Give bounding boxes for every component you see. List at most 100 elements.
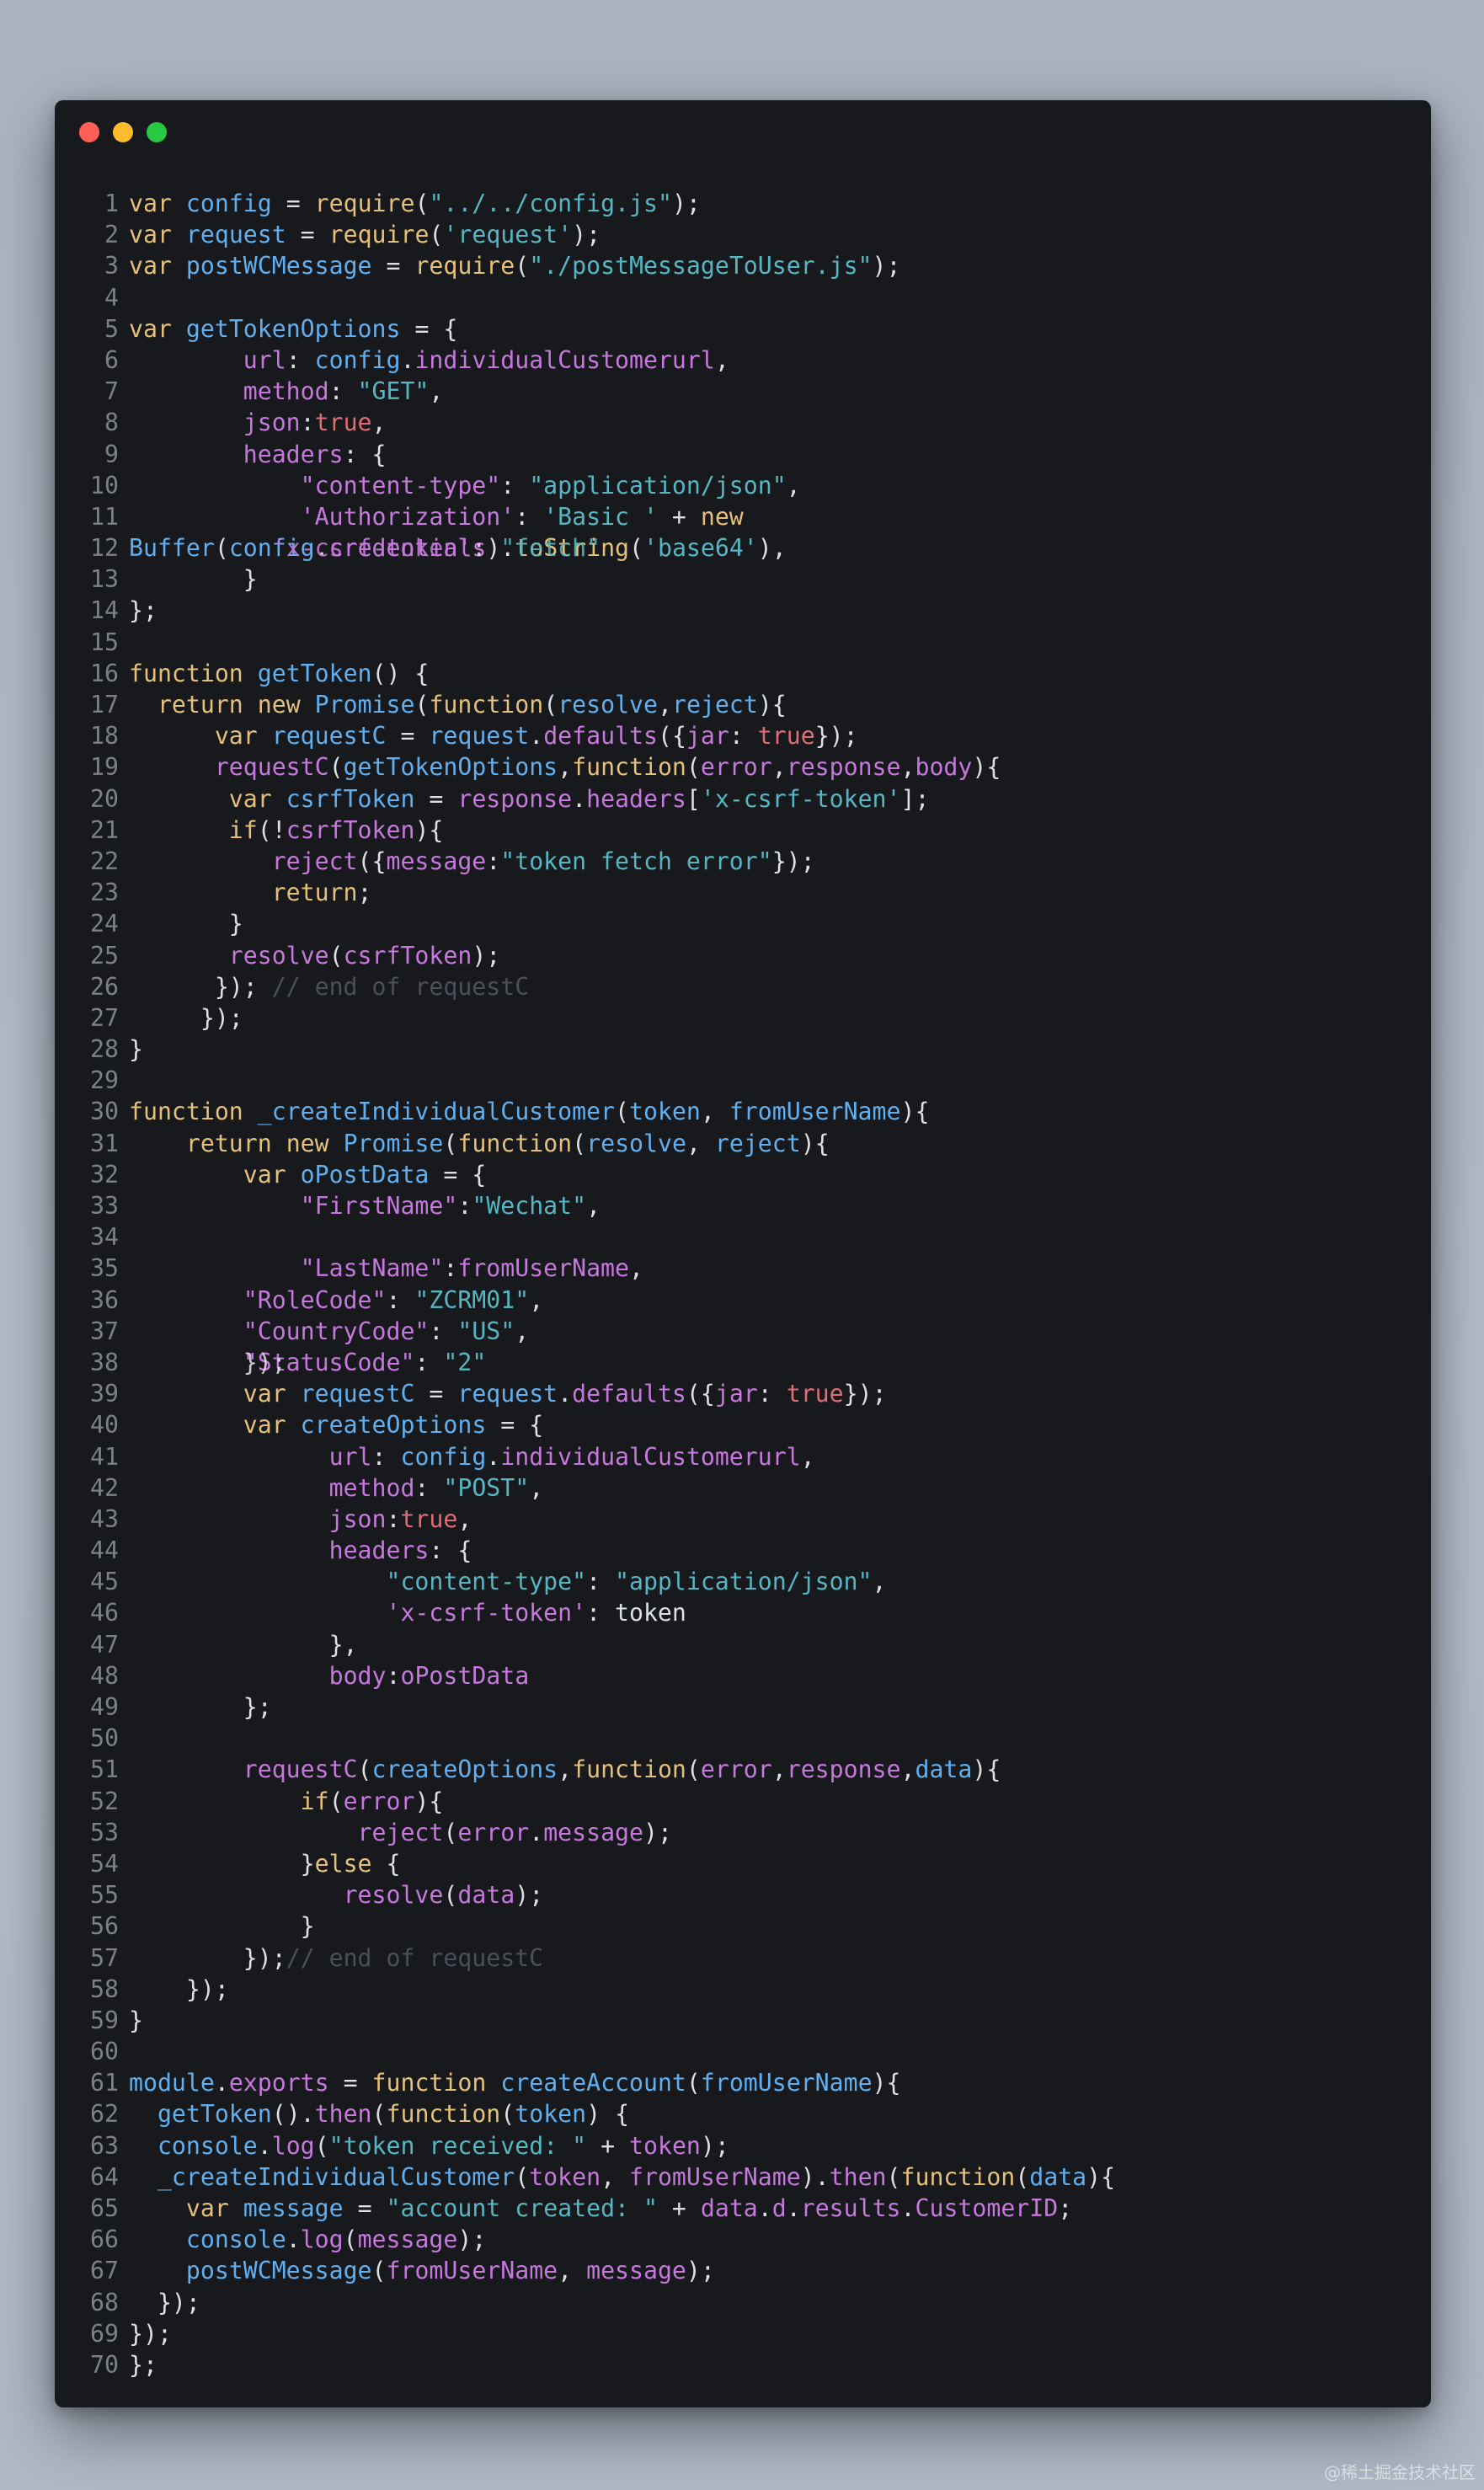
code-line: 51 requestC(createOptions,function(error… — [55, 1754, 1115, 1785]
line-source: getToken().then(function(token) { — [119, 2098, 629, 2129]
code-token: . — [286, 2226, 301, 2254]
code-token: } — [129, 910, 243, 938]
window-controls — [79, 122, 167, 142]
code-line: 27 }); — [55, 1002, 1115, 1034]
line-source: return new Promise(function(resolve, rej… — [119, 1128, 830, 1159]
line-source: reject({message:"token fetch error"}); — [119, 846, 815, 877]
line-source — [119, 627, 129, 658]
line-number: 30 — [90, 1098, 119, 1126]
code-token: 'request' — [443, 221, 573, 249]
line-source: "RoleCode": "ZCRM01", — [119, 1285, 543, 1316]
line-number: 52 — [90, 1787, 119, 1815]
code-line: 22 reject({message:"token fetch error"})… — [55, 846, 1115, 877]
line-source: if(!csrfToken){ — [119, 815, 444, 846]
code-token: csrfToken — [286, 784, 415, 813]
code-token: var — [129, 252, 172, 281]
code-token: ), — [757, 534, 787, 563]
code-token: jar — [714, 1380, 758, 1408]
line-source: }); — [119, 2287, 200, 2318]
code-token: ); — [700, 2131, 729, 2160]
line-source: }else { — [119, 1848, 401, 1879]
line-number: 65 — [90, 2194, 119, 2222]
code-token: var — [228, 784, 272, 813]
code-token: = — [414, 1380, 458, 1408]
code-line: 54 }else { — [55, 1848, 1115, 1879]
line-source: headers: { — [119, 439, 387, 470]
line-number: 53 — [90, 1818, 119, 1846]
maximize-button[interactable] — [147, 122, 167, 142]
line-number: 29 — [90, 1066, 119, 1095]
code-token: Promise — [314, 691, 415, 719]
code-token: "ZCRM01" — [414, 1285, 530, 1314]
code-line: 25 resolve(csrfToken); — [55, 940, 1115, 971]
code-token: : — [586, 1599, 616, 1627]
line-source: return; — [119, 877, 372, 908]
line-number: 40 — [90, 1411, 119, 1440]
code-token: csrfToken — [343, 941, 472, 970]
code-token: "FirstName" — [300, 1192, 458, 1220]
line-source: }); — [119, 2318, 172, 2349]
code-token: 'x-csrf-token' — [386, 1599, 587, 1627]
code-token: createOptions — [371, 1755, 558, 1784]
code-token: headers — [586, 784, 686, 813]
code-token: ; — [1058, 2194, 1073, 2222]
code-token: function — [572, 753, 686, 782]
line-source: _createIndividualCustomer(token, fromUse… — [119, 2161, 1115, 2193]
code-token: ( — [443, 1129, 458, 1157]
code-token: body — [328, 1661, 387, 1690]
code-token: require — [314, 190, 415, 217]
line-number: 63 — [90, 2131, 119, 2160]
code-token: ( — [886, 2162, 901, 2191]
minimize-button[interactable] — [113, 122, 133, 142]
code-token: 'Authorization' — [300, 502, 515, 531]
code-token: ( — [328, 753, 344, 782]
code-token: ){ — [972, 1755, 1001, 1784]
line-number: 51 — [90, 1755, 119, 1784]
code-line: 48 body:oPostData — [55, 1660, 1115, 1691]
code-line: 53 reject(error.message); — [55, 1817, 1115, 1848]
code-token: return — [271, 879, 358, 907]
code-token: ){ — [972, 753, 1001, 782]
code-token: . — [486, 1442, 501, 1471]
code-token: message — [386, 847, 487, 875]
code-token: config — [314, 345, 401, 374]
code-token: , — [529, 1473, 544, 1502]
line-number: 26 — [90, 972, 119, 1001]
line-source: } — [119, 1034, 143, 1065]
line-number: 13 — [90, 565, 119, 594]
code-token: } — [129, 1849, 315, 1878]
code-token: ); — [457, 2226, 487, 2254]
code-token: console — [157, 2131, 258, 2160]
line-number: 60 — [90, 2038, 119, 2066]
code-token: ); — [643, 1818, 672, 1846]
line-number: 36 — [90, 1285, 119, 1314]
code-token: then — [314, 2100, 372, 2129]
code-token: var — [185, 2194, 229, 2222]
line-number: 14 — [90, 596, 119, 625]
code-line: 12 Buffer(config.credentials).toString('b… — [55, 532, 1115, 564]
code-token: ); — [472, 941, 501, 970]
line-source: var requestC = request.defaults({jar: tr… — [119, 1378, 887, 1409]
code-line: 9 headers: { — [55, 439, 1115, 470]
code-token: var — [129, 314, 172, 343]
code-token: token — [515, 2100, 587, 2129]
line-number: 33 — [90, 1192, 119, 1220]
code-token: }; — [129, 596, 157, 625]
code-token: . — [757, 2194, 772, 2222]
line-number: 47 — [90, 1630, 119, 1659]
code-token: ( — [500, 2100, 515, 2129]
close-button[interactable] — [79, 122, 99, 142]
code-token: ( — [443, 1818, 458, 1846]
code-token: . — [558, 1380, 573, 1408]
code-token: ( — [515, 252, 530, 281]
line-number: 21 — [90, 815, 119, 844]
code-token: ( — [543, 691, 558, 719]
code-line: 60 — [55, 2036, 1115, 2067]
code-token: results — [800, 2194, 901, 2222]
